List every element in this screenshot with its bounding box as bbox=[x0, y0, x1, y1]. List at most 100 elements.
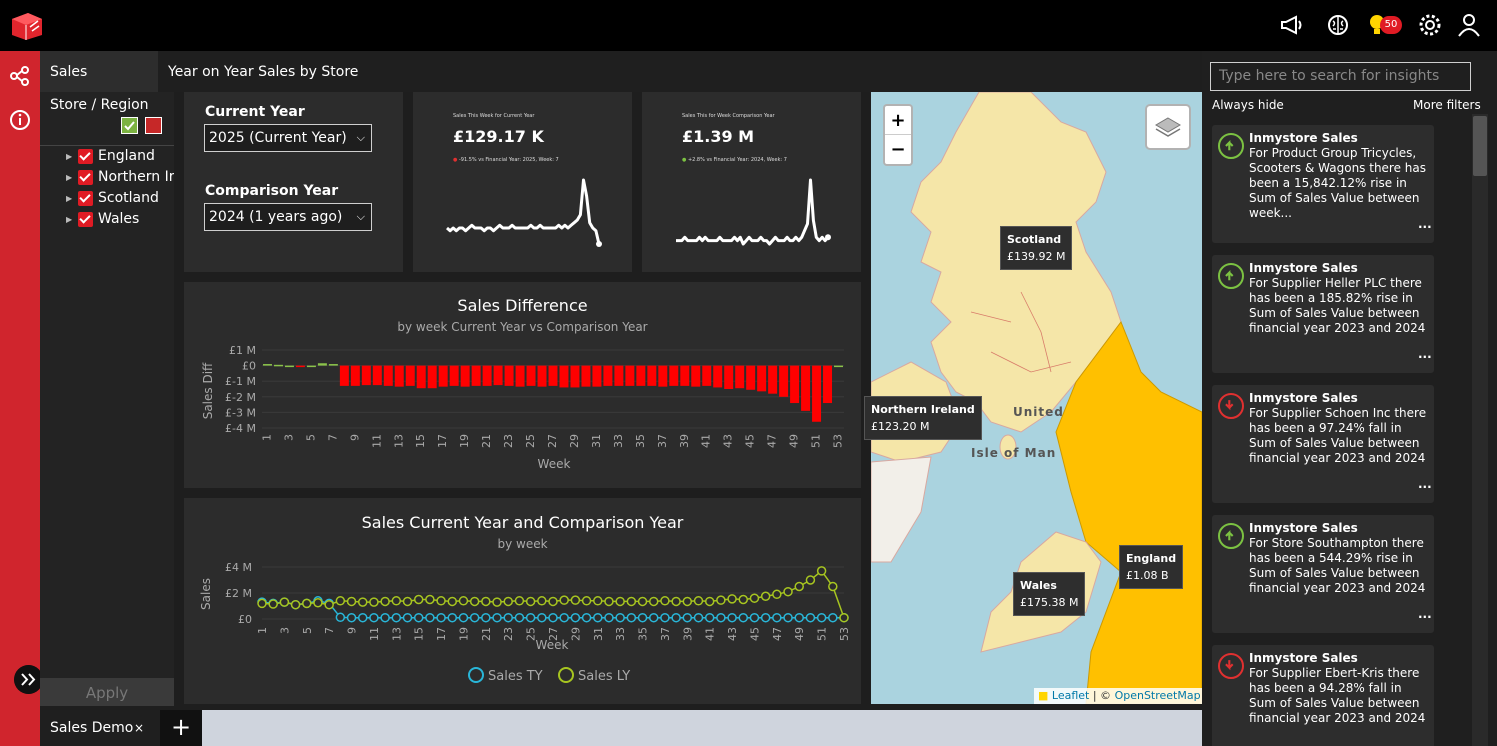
deselect-all-checkbox[interactable] bbox=[145, 117, 162, 134]
expand-icon[interactable] bbox=[14, 665, 43, 694]
insight-card[interactable]: Inmystore Sales For Supplier Schoen Inc … bbox=[1212, 385, 1434, 503]
sales-line-chart: £4 M£2 M£01 3 5 7 9 11 13 15 17 19 21 23 25 27 29 31 33 3… bbox=[199, 561, 851, 684]
checkbox[interactable] bbox=[78, 148, 93, 164]
checkbox[interactable] bbox=[78, 169, 93, 185]
series-point bbox=[458, 612, 469, 623]
expand-arrow-icon[interactable]: ▶ bbox=[66, 173, 78, 182]
bar bbox=[416, 365, 426, 389]
insight-more-button[interactable]: ... bbox=[1418, 477, 1432, 491]
x-tick-label: 43 bbox=[726, 627, 739, 641]
comparison-year-label: Comparison Year bbox=[205, 183, 339, 199]
always-hide-link[interactable]: Always hide bbox=[1212, 98, 1284, 112]
select-all-checkbox[interactable] bbox=[121, 117, 138, 134]
close-icon[interactable]: × bbox=[134, 710, 144, 746]
leaflet-link[interactable]: Leaflet bbox=[1052, 689, 1089, 702]
x-tick-label: 47 bbox=[766, 434, 779, 448]
current-year-select[interactable]: 2025 (Current Year) ⌵ bbox=[204, 124, 372, 152]
more-filters-link[interactable]: More filters bbox=[1413, 98, 1481, 112]
up-arrow-icon: ● bbox=[682, 157, 687, 163]
bar bbox=[779, 365, 789, 397]
x-axis-label: Week bbox=[536, 638, 569, 652]
insight-more-button[interactable]: ... bbox=[1418, 347, 1432, 361]
y-tick-label: £1 M bbox=[229, 344, 256, 357]
sales-difference-subtitle: by week Current Year vs Comparison Year bbox=[397, 320, 648, 334]
region-wales[interactable]: ▶ Wales bbox=[66, 211, 174, 231]
zoom-out-button[interactable]: − bbox=[885, 135, 911, 164]
series-point bbox=[402, 612, 413, 623]
user-icon[interactable] bbox=[1456, 12, 1482, 38]
osm-link[interactable]: OpenStreetMap bbox=[1115, 689, 1201, 702]
bar bbox=[526, 365, 536, 386]
zoom-in-button[interactable]: + bbox=[885, 106, 911, 135]
expand-arrow-icon[interactable]: ▶ bbox=[66, 194, 78, 203]
sparkline-line bbox=[676, 178, 830, 246]
region-scotland[interactable]: ▶ Scotland bbox=[66, 190, 174, 210]
tab-year-on-year-sales[interactable]: Year on Year Sales by Store bbox=[158, 51, 371, 92]
insight-more-button[interactable]: ... bbox=[1418, 217, 1432, 231]
legend-swatch bbox=[558, 667, 574, 683]
series-point bbox=[548, 612, 558, 623]
insight-card[interactable]: Inmystore Sales For Store Southampton th… bbox=[1212, 515, 1434, 633]
legend-label: Sales TY bbox=[488, 669, 543, 684]
insight-card[interactable]: Inmystore Sales For Product Group Tricyc… bbox=[1212, 125, 1434, 243]
add-tab-button[interactable]: + bbox=[160, 710, 202, 746]
series-point bbox=[660, 612, 670, 623]
region-england[interactable]: ▶ England bbox=[66, 148, 174, 168]
checkbox[interactable] bbox=[78, 190, 93, 206]
layers-control[interactable] bbox=[1145, 104, 1191, 150]
insight-text: For Store Southampton there has been a 5… bbox=[1249, 536, 1426, 595]
x-tick-label: 51 bbox=[816, 627, 829, 641]
x-tick-label: 25 bbox=[524, 434, 537, 448]
brain-icon[interactable] bbox=[1325, 12, 1351, 38]
share-icon[interactable] bbox=[9, 65, 31, 87]
insights-search-input[interactable]: Type here to search for insights bbox=[1210, 62, 1471, 91]
app-root: 50 Sales Analysis Year on Year Sales by … bbox=[0, 0, 1497, 746]
expand-arrow-icon[interactable]: ▶ bbox=[66, 215, 78, 224]
dashboard-tab[interactable]: Sales Demo × bbox=[40, 710, 160, 746]
x-tick-label: 17 bbox=[436, 434, 449, 448]
insight-more-button[interactable]: ... bbox=[1418, 607, 1432, 621]
bar bbox=[614, 365, 624, 386]
series-point bbox=[693, 612, 704, 623]
bar bbox=[427, 365, 437, 389]
series-point bbox=[794, 612, 804, 623]
insight-card[interactable]: Inmystore Sales For Supplier Heller PLC … bbox=[1212, 255, 1434, 373]
x-tick-label: 41 bbox=[700, 434, 713, 448]
checkbox[interactable] bbox=[78, 211, 93, 227]
series-point bbox=[693, 596, 704, 606]
comparison-year-select[interactable]: 2024 (1 years ago) ⌵ bbox=[204, 203, 372, 231]
series-point bbox=[413, 612, 424, 623]
series-point bbox=[805, 612, 816, 623]
x-tick-label: 9 bbox=[346, 627, 359, 634]
info-icon[interactable] bbox=[9, 109, 31, 131]
insights-scrollbar-thumb[interactable] bbox=[1473, 116, 1487, 176]
series-point bbox=[648, 596, 659, 607]
gear-icon[interactable] bbox=[1417, 12, 1443, 38]
map-label-northern-ireland[interactable]: Northern Ireland £123.20 M bbox=[864, 396, 982, 440]
megaphone-icon[interactable] bbox=[1279, 12, 1305, 38]
x-axis-label: Week bbox=[538, 457, 571, 471]
series-point bbox=[469, 612, 480, 623]
series-point bbox=[704, 612, 715, 623]
bar bbox=[548, 365, 558, 386]
bar bbox=[471, 365, 481, 386]
region-northern-ireland[interactable]: ▶Northern Ireland bbox=[66, 169, 174, 189]
chevron-down-icon: ⌵ bbox=[356, 131, 365, 144]
x-tick-label: 17 bbox=[435, 627, 448, 641]
series-point bbox=[357, 612, 368, 623]
insight-card[interactable]: Inmystore Sales For Supplier Ebert-Kris … bbox=[1212, 645, 1434, 746]
insights-scrollbar[interactable] bbox=[1472, 114, 1488, 746]
x-tick-label: 35 bbox=[634, 434, 647, 448]
map-label-wales[interactable]: Wales £175.38 M bbox=[1013, 572, 1086, 616]
map-label-scotland[interactable]: Scotland £139.92 M bbox=[1000, 226, 1073, 270]
arrow-down-icon bbox=[1218, 393, 1244, 419]
series-point bbox=[593, 612, 603, 623]
logo-icon[interactable] bbox=[8, 9, 46, 41]
apply-button[interactable]: Apply bbox=[40, 678, 174, 706]
geo-label-united: United bbox=[1013, 405, 1064, 419]
map-label-england[interactable]: England £1.08 B bbox=[1119, 545, 1184, 589]
tab-sales-analysis[interactable]: Sales Analysis bbox=[40, 51, 158, 122]
top-bar: 50 bbox=[0, 0, 1497, 51]
expand-arrow-icon[interactable]: ▶ bbox=[66, 152, 78, 161]
bar bbox=[263, 364, 272, 366]
